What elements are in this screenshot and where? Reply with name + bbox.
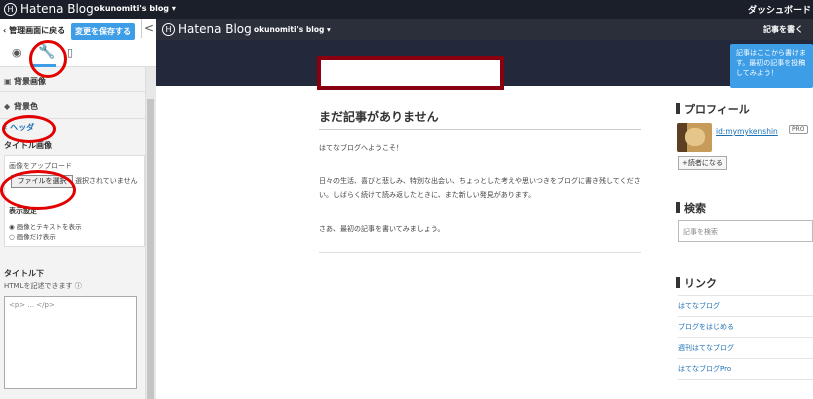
link-weekly-hatena[interactable]: 週刊はてなブログ: [678, 343, 813, 353]
preview-blog-switcher[interactable]: okunomiti's blog ▾: [254, 25, 331, 34]
user-id-link[interactable]: id:mymykenshin: [716, 127, 778, 136]
palette-icon: ◆: [4, 102, 11, 111]
avatar[interactable]: [677, 123, 712, 152]
link-hatena-blog[interactable]: はてなブログ: [678, 301, 813, 311]
save-changes-button[interactable]: 変更を保存する: [71, 23, 135, 40]
customize-panel: ▣ 背景画像 ◆ 背景色 ‹ ヘッダ タイトル画像 画像をアップロード ファイルを選…: [0, 67, 145, 399]
sidebar-header: ‹ 管理画面に戻る 変更を保存する < ◉ 🔧 ▯: [0, 19, 156, 67]
subscribe-button[interactable]: +読者になる: [678, 156, 727, 170]
smartphone-icon[interactable]: ▯: [67, 46, 73, 59]
preview-topbar: H Hatena Blog okunomiti's blog ▾ 記事を書く: [156, 19, 813, 40]
entry-paragraph-3: さあ、最初の記事を書いてみましょう。: [319, 225, 445, 233]
sidebar-item-header[interactable]: ‹ ヘッダ: [0, 121, 145, 135]
entry-bottom-divider: [319, 252, 641, 253]
dashboard-link[interactable]: ダッシュボード: [748, 3, 811, 16]
entry-divider: [319, 129, 641, 130]
file-status-text: 選択されていません: [75, 177, 138, 185]
hatena-h-icon: H: [4, 2, 17, 16]
entry-paragraph-2: 日々の生活、喜びと悲しみ、特別な出会い、ちょっとした考えや思いつきをブログに書き…: [319, 177, 641, 199]
upload-box: 画像をアップロード ファイルを選択 選択されていません 表示設定 ◉ 画像とテキ…: [4, 155, 145, 247]
profile-heading: プロフィール: [676, 101, 750, 117]
hatena-h-icon: H: [162, 22, 175, 36]
blog-switcher[interactable]: okunomiti's blog ▾: [94, 4, 176, 13]
display-setting-label: 表示設定: [9, 207, 37, 215]
pro-badge: PRO: [789, 125, 808, 134]
back-to-admin-button[interactable]: ‹ 管理画面に戻る: [3, 25, 65, 36]
radio-image-only[interactable]: ○ 画像だけ表示: [9, 231, 56, 241]
sidebar-scroll-thumb[interactable]: [147, 99, 154, 399]
global-topbar: H Hatena Blog okunomiti's blog ▾ ダッシュボード: [0, 0, 813, 19]
choose-file-button[interactable]: ファイルを選択: [11, 175, 73, 188]
blog-title-box[interactable]: [317, 56, 504, 90]
html-textarea[interactable]: <p> ... </p>: [4, 296, 137, 389]
radio-image-and-text[interactable]: ◉ 画像とテキストを表示: [9, 221, 82, 231]
search-heading: 検索: [676, 200, 706, 216]
write-tooltip: 記事はここから書けます。最初の記事を投稿してみよう！: [730, 44, 813, 88]
blog-header-banner: [156, 40, 813, 90]
wrench-icon[interactable]: 🔧: [38, 44, 55, 60]
preview-hatena-logo[interactable]: H Hatena Blog: [162, 22, 252, 36]
image-icon: ▣: [4, 77, 12, 86]
link-hatena-pro[interactable]: はてなブログPro: [678, 364, 813, 374]
hatena-logo[interactable]: H Hatena Blog: [4, 2, 94, 16]
tab-design-icon[interactable]: ◉: [12, 46, 22, 59]
sidebar-item-bg-image[interactable]: ▣ 背景画像: [0, 72, 145, 92]
help-icon[interactable]: ⓘ: [75, 282, 82, 290]
brand-text: Hatena Blog: [20, 2, 94, 16]
sidebar-item-bg-color[interactable]: ◆ 背景色: [0, 95, 145, 119]
entry-paragraph-1: はてなブログへようこそ！: [319, 144, 403, 152]
links-heading: リンク: [676, 275, 717, 291]
html-note: HTMLを記述できます ⓘ: [4, 282, 82, 290]
title-below-heading: タイトル下: [4, 269, 44, 278]
link-start-blog[interactable]: ブログをはじめる: [678, 322, 813, 332]
title-image-heading: タイトル画像: [4, 141, 52, 150]
search-input[interactable]: 記事を検索: [678, 220, 813, 242]
design-sidebar: ‹ 管理画面に戻る 変更を保存する < ◉ 🔧 ▯ ▣ 背景画像 ◆ 背景色 ‹ ヘ…: [0, 19, 156, 399]
entry-title: まだ記事がありません: [319, 110, 439, 124]
write-entry-button[interactable]: 記事を書く: [763, 24, 803, 35]
collapse-sidebar-button[interactable]: <: [141, 19, 156, 38]
upload-label: 画像をアップロード: [9, 162, 72, 170]
blog-preview: H Hatena Blog okunomiti's blog ▾ 記事を書く 記…: [156, 19, 813, 399]
